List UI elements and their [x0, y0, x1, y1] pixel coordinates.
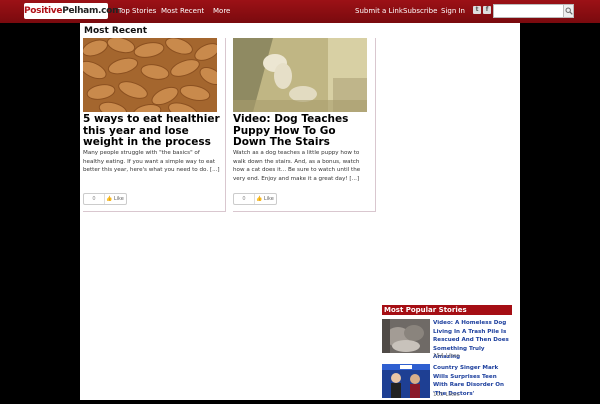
article-thumbnail-almonds[interactable] [83, 38, 217, 112]
nav-more[interactable]: More [213, 0, 230, 23]
top-navigation-bar: PositivePelham.com Top Stories Most Rece… [0, 0, 600, 23]
article-thumbnail-dog-stairs[interactable] [233, 38, 367, 112]
article-excerpt: Many people struggle with "the basics" o… [83, 150, 220, 174]
popular-story-likes: 105 Likes [433, 392, 460, 398]
search-button[interactable] [563, 4, 574, 18]
section-title: Most Recent [84, 26, 148, 36]
twitter-icon[interactable]: t [473, 6, 481, 14]
subscribe-button[interactable]: Subscribe [403, 0, 437, 23]
article-title[interactable]: Video: Dog Teaches Puppy How To Go Down … [233, 113, 371, 149]
like-button[interactable]: 👍 Like [106, 194, 124, 204]
site-logo[interactable]: PositivePelham.com [24, 3, 121, 19]
article-card: Video: Dog Teaches Puppy How To Go Down … [233, 38, 376, 212]
most-popular-header: Most Popular Stories [382, 305, 512, 315]
popular-story-likes: 154 Likes [433, 353, 460, 359]
thumbs-up-icon: 👍 [106, 196, 113, 202]
thumbs-up-icon: 👍 [256, 196, 263, 202]
submit-link-button[interactable]: Submit a Link [355, 0, 403, 23]
like-widget: 0 👍 Like [83, 193, 127, 205]
popular-story-item[interactable]: Country Singer Mark Wills Surprises Teen… [382, 364, 517, 404]
like-widget: 0 👍 Like [233, 193, 277, 205]
like-count: 0 [84, 194, 105, 204]
popular-story-item[interactable]: Video: A Homeless Dog Living In A Trash … [382, 319, 517, 360]
article-title[interactable]: 5 ways to eat healthier this year and lo… [83, 113, 221, 149]
nav-top-stories[interactable]: Top Stories [118, 0, 156, 23]
search-icon [565, 7, 573, 15]
sign-in-button[interactable]: Sign In [441, 0, 465, 23]
like-count: 0 [234, 194, 255, 204]
search-input[interactable] [493, 4, 571, 18]
article-card: 5 ways to eat healthier this year and lo… [83, 38, 226, 212]
nav-most-recent[interactable]: Most Recent [161, 0, 204, 23]
popular-story-thumbnail[interactable] [382, 319, 430, 353]
popular-story-thumbnail[interactable] [382, 364, 430, 398]
like-button[interactable]: 👍 Like [256, 194, 274, 204]
article-excerpt: Watch as a dog teaches a little puppy ho… [233, 150, 361, 182]
facebook-icon[interactable]: f [483, 6, 491, 14]
